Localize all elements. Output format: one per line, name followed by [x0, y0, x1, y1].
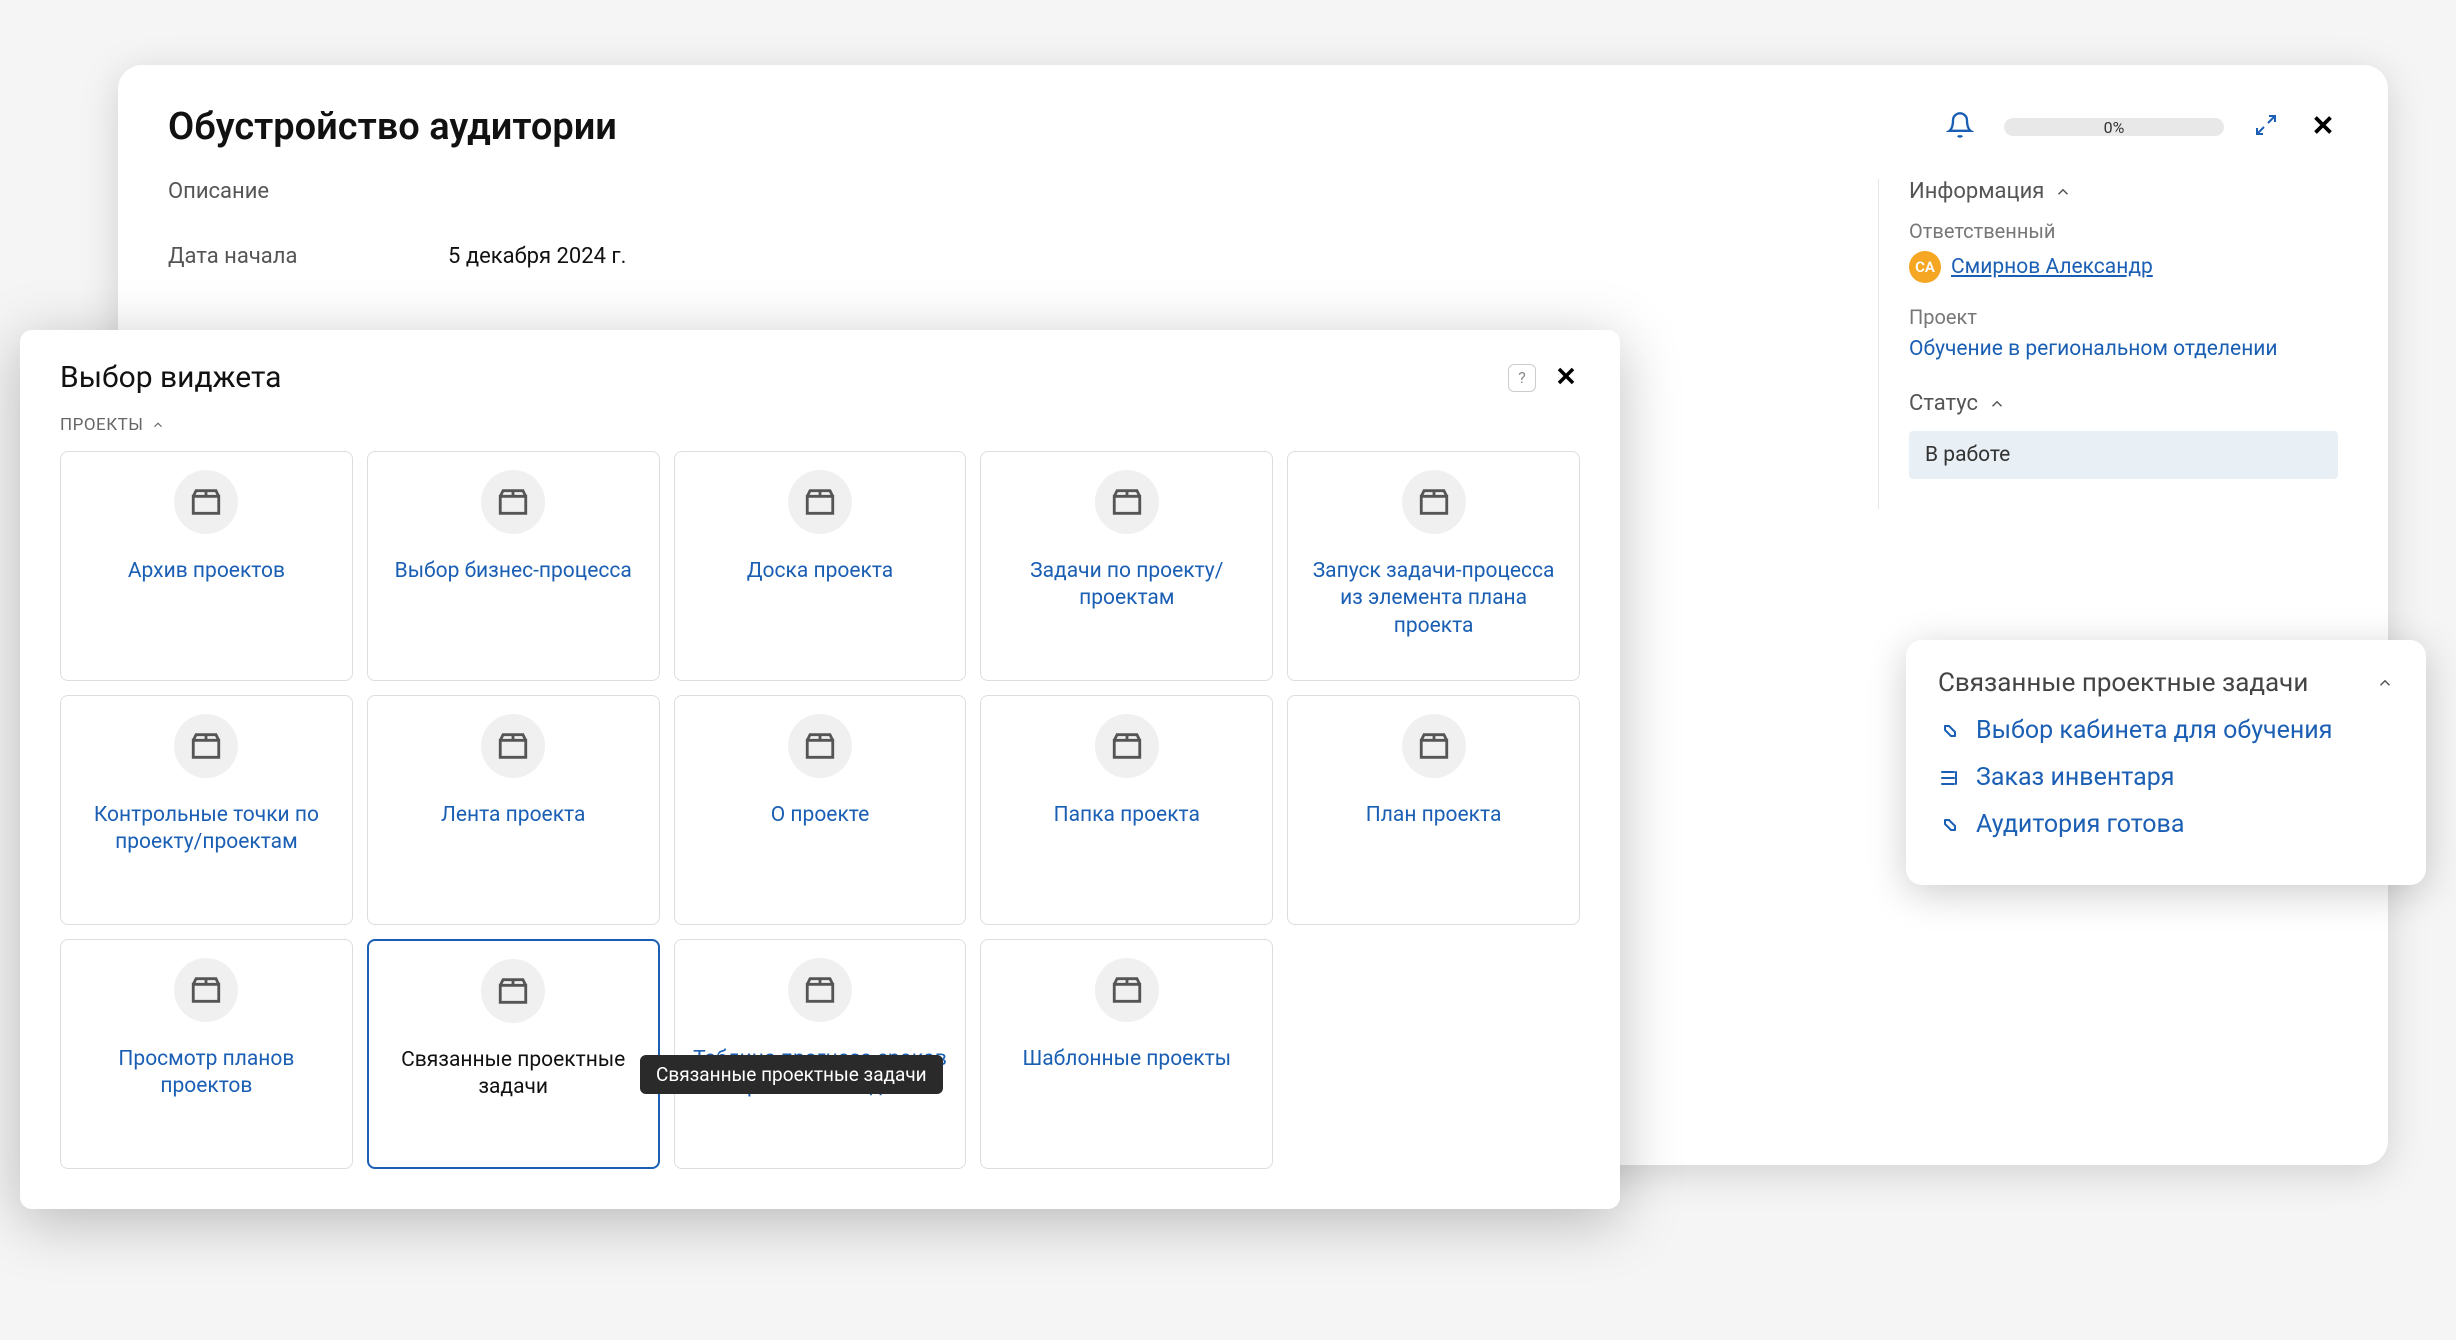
widget-option[interactable]: Связанные проектные задачи — [367, 939, 660, 1169]
widget-box-icon — [174, 470, 238, 534]
widget-option[interactable]: Доска проекта — [674, 451, 967, 681]
start-date-value: 5 декабря 2024 г. — [448, 244, 626, 269]
task-header-actions: 0% — [1946, 110, 2338, 144]
widget-box-icon — [174, 958, 238, 1022]
project-link[interactable]: Обучение в региональном отделении — [1909, 337, 2338, 361]
info-header-label: Информация — [1909, 179, 2044, 204]
widget-box-icon — [1095, 958, 1159, 1022]
widget-label: Связанные проектные задачи — [379, 1047, 648, 1102]
widget-label: Запуск задачи-процесса из элемента плана… — [1298, 558, 1569, 640]
start-date-label: Дата начала — [168, 244, 448, 269]
widget-box-icon — [481, 714, 545, 778]
task-link-icon — [1938, 813, 1962, 837]
widget-box-icon — [1402, 470, 1466, 534]
widget-group-header[interactable]: ПРОЕКТЫ — [60, 415, 1580, 435]
related-task-item[interactable]: Заказ инвентаря — [1938, 763, 2394, 792]
chevron-up-icon — [151, 418, 165, 432]
related-task-item[interactable]: Выбор кабинета для обучения — [1938, 716, 2394, 745]
dialog-header: Выбор виджета ? — [60, 360, 1580, 395]
related-header-label: Связанные проектные задачи — [1938, 668, 2308, 698]
widget-option[interactable]: Запуск задачи-процесса из элемента плана… — [1287, 451, 1580, 681]
chevron-up-icon — [2054, 183, 2072, 201]
widget-option[interactable]: Контрольные точки по проекту/проектам — [60, 695, 353, 925]
task-header: Обустройство аудитории 0% — [168, 105, 2338, 149]
project-label: Проект — [1909, 305, 2338, 329]
widget-label: Шаблонные проекты — [1015, 1046, 1240, 1073]
avatar: СА — [1909, 251, 1941, 283]
widget-option[interactable]: Выбор бизнес-процесса — [367, 451, 660, 681]
status-header-label: Статус — [1909, 391, 1978, 416]
widget-option[interactable]: Таблица прогноза сроков проектных задач — [674, 939, 967, 1169]
task-sidebar: Информация Ответственный СА Смирнов Алек… — [1878, 179, 2338, 509]
widget-option[interactable]: Шаблонные проекты — [980, 939, 1273, 1169]
task-link-icon — [1938, 719, 1962, 743]
start-date-row: Дата начала 5 декабря 2024 г. — [168, 244, 1838, 269]
widget-label: О проекте — [763, 802, 877, 829]
help-icon[interactable]: ? — [1508, 364, 1536, 392]
widget-box-icon — [174, 714, 238, 778]
progress-text: 0% — [2104, 118, 2125, 137]
widget-option[interactable]: Архив проектов — [60, 451, 353, 681]
description-label: Описание — [168, 179, 1838, 204]
widget-label: Папка проекта — [1046, 802, 1208, 829]
widget-option[interactable]: План проекта — [1287, 695, 1580, 925]
related-task-label: Заказ инвентаря — [1976, 763, 2174, 792]
status-section: Статус В работе — [1909, 391, 2338, 479]
widget-box-icon — [1095, 470, 1159, 534]
widget-label: Доска проекта — [739, 558, 901, 585]
status-value[interactable]: В работе — [1909, 431, 2338, 479]
task-title: Обустройство аудитории — [168, 105, 617, 149]
related-tasks-panel: Связанные проектные задачи Выбор кабинет… — [1906, 640, 2426, 885]
group-label: ПРОЕКТЫ — [60, 415, 143, 435]
responsible-row[interactable]: СА Смирнов Александр — [1909, 251, 2338, 283]
related-task-label: Аудитория готова — [1976, 810, 2184, 839]
close-icon[interactable] — [1552, 362, 1580, 394]
widget-label: Лента проекта — [433, 802, 593, 829]
widget-option[interactable]: Просмотр планов проектов — [60, 939, 353, 1169]
tooltip: Связанные проектные задачи — [640, 1055, 943, 1094]
widget-box-icon — [481, 470, 545, 534]
widget-box-icon — [788, 470, 852, 534]
related-task-label: Выбор кабинета для обучения — [1976, 716, 2332, 745]
widget-option[interactable]: Папка проекта — [980, 695, 1273, 925]
status-section-header[interactable]: Статус — [1909, 391, 2338, 416]
widget-option[interactable]: Задачи по проекту/проектам — [980, 451, 1273, 681]
progress-bar: 0% — [2004, 118, 2224, 136]
widget-label: Выбор бизнес-процесса — [387, 558, 640, 585]
widget-box-icon — [788, 714, 852, 778]
info-section: Информация Ответственный СА Смирнов Алек… — [1909, 179, 2338, 361]
widget-label: Контрольные точки по проекту/проектам — [71, 802, 342, 857]
responsible-link[interactable]: Смирнов Александр — [1951, 255, 2153, 279]
task-link-icon — [1938, 766, 1962, 790]
expand-icon[interactable] — [2254, 113, 2278, 141]
info-section-header[interactable]: Информация — [1909, 179, 2338, 204]
widget-label: Архив проектов — [120, 558, 293, 585]
close-icon[interactable] — [2308, 110, 2338, 144]
dialog-title: Выбор виджета — [60, 360, 282, 395]
widget-option[interactable]: Лента проекта — [367, 695, 660, 925]
widget-label: Задачи по проекту/проектам — [991, 558, 1262, 613]
widget-box-icon — [1402, 714, 1466, 778]
bell-icon[interactable] — [1946, 111, 1974, 143]
widget-label: План проекта — [1358, 802, 1510, 829]
widget-label: Просмотр планов проектов — [71, 1046, 342, 1101]
related-tasks-header[interactable]: Связанные проектные задачи — [1938, 668, 2394, 698]
widget-option[interactable]: О проекте — [674, 695, 967, 925]
widget-box-icon — [788, 958, 852, 1022]
chevron-up-icon — [1988, 395, 2006, 413]
dialog-header-actions: ? — [1508, 362, 1580, 394]
related-task-item[interactable]: Аудитория готова — [1938, 810, 2394, 839]
responsible-label: Ответственный — [1909, 219, 2338, 243]
chevron-up-icon — [2376, 674, 2394, 692]
widget-box-icon — [1095, 714, 1159, 778]
widget-box-icon — [481, 959, 545, 1023]
